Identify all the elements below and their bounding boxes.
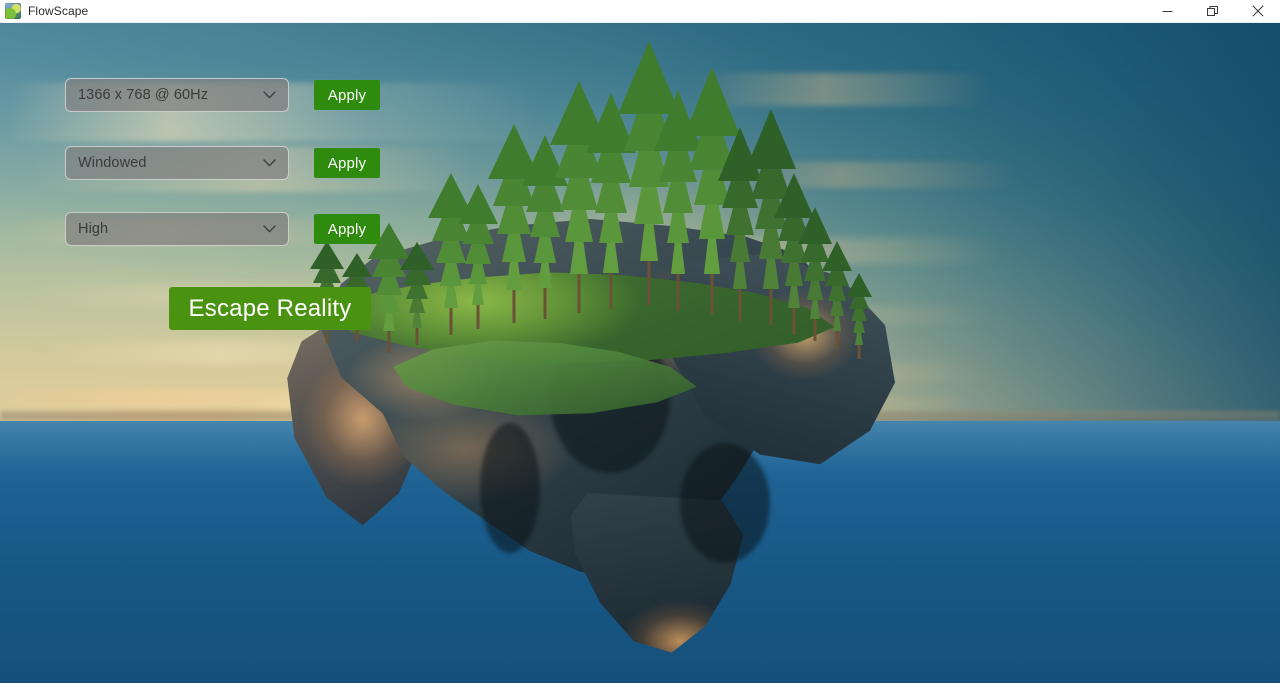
quality-dropdown-value: High	[78, 221, 109, 237]
app-icon	[5, 3, 21, 19]
resolution-dropdown[interactable]: 1366 x 768 @ 60Hz	[65, 78, 289, 112]
setting-row-window-mode: Windowed Apply	[65, 146, 380, 180]
apply-resolution-button[interactable]: Apply	[314, 80, 380, 110]
close-button[interactable]	[1235, 0, 1280, 23]
quality-dropdown[interactable]: High	[65, 212, 289, 246]
application-window: FlowScape 1366 x 768 @ 60Hz Apply Window…	[0, 0, 1280, 683]
apply-quality-button[interactable]: Apply	[314, 214, 380, 244]
setting-row-resolution: 1366 x 768 @ 60Hz Apply	[65, 78, 380, 112]
setting-row-quality: High Apply	[65, 212, 380, 246]
escape-reality-button[interactable]: Escape Reality	[169, 287, 371, 330]
settings-overlay: 1366 x 768 @ 60Hz Apply Windowed Apply H…	[0, 0, 1280, 660]
chevron-down-icon	[263, 225, 276, 233]
window-controls	[1145, 0, 1280, 23]
minimize-button[interactable]	[1145, 0, 1190, 23]
title-bar: FlowScape	[0, 0, 1280, 23]
close-icon	[1251, 5, 1264, 17]
minimize-icon	[1162, 10, 1173, 12]
window-mode-dropdown[interactable]: Windowed	[65, 146, 289, 180]
chevron-down-icon	[263, 91, 276, 99]
apply-window-mode-button[interactable]: Apply	[314, 148, 380, 178]
window-mode-dropdown-value: Windowed	[78, 155, 147, 171]
window-title: FlowScape	[28, 4, 89, 18]
chevron-down-icon	[263, 159, 276, 167]
restore-button[interactable]	[1190, 0, 1235, 23]
resolution-dropdown-value: 1366 x 768 @ 60Hz	[78, 87, 209, 103]
restore-icon	[1206, 6, 1218, 16]
